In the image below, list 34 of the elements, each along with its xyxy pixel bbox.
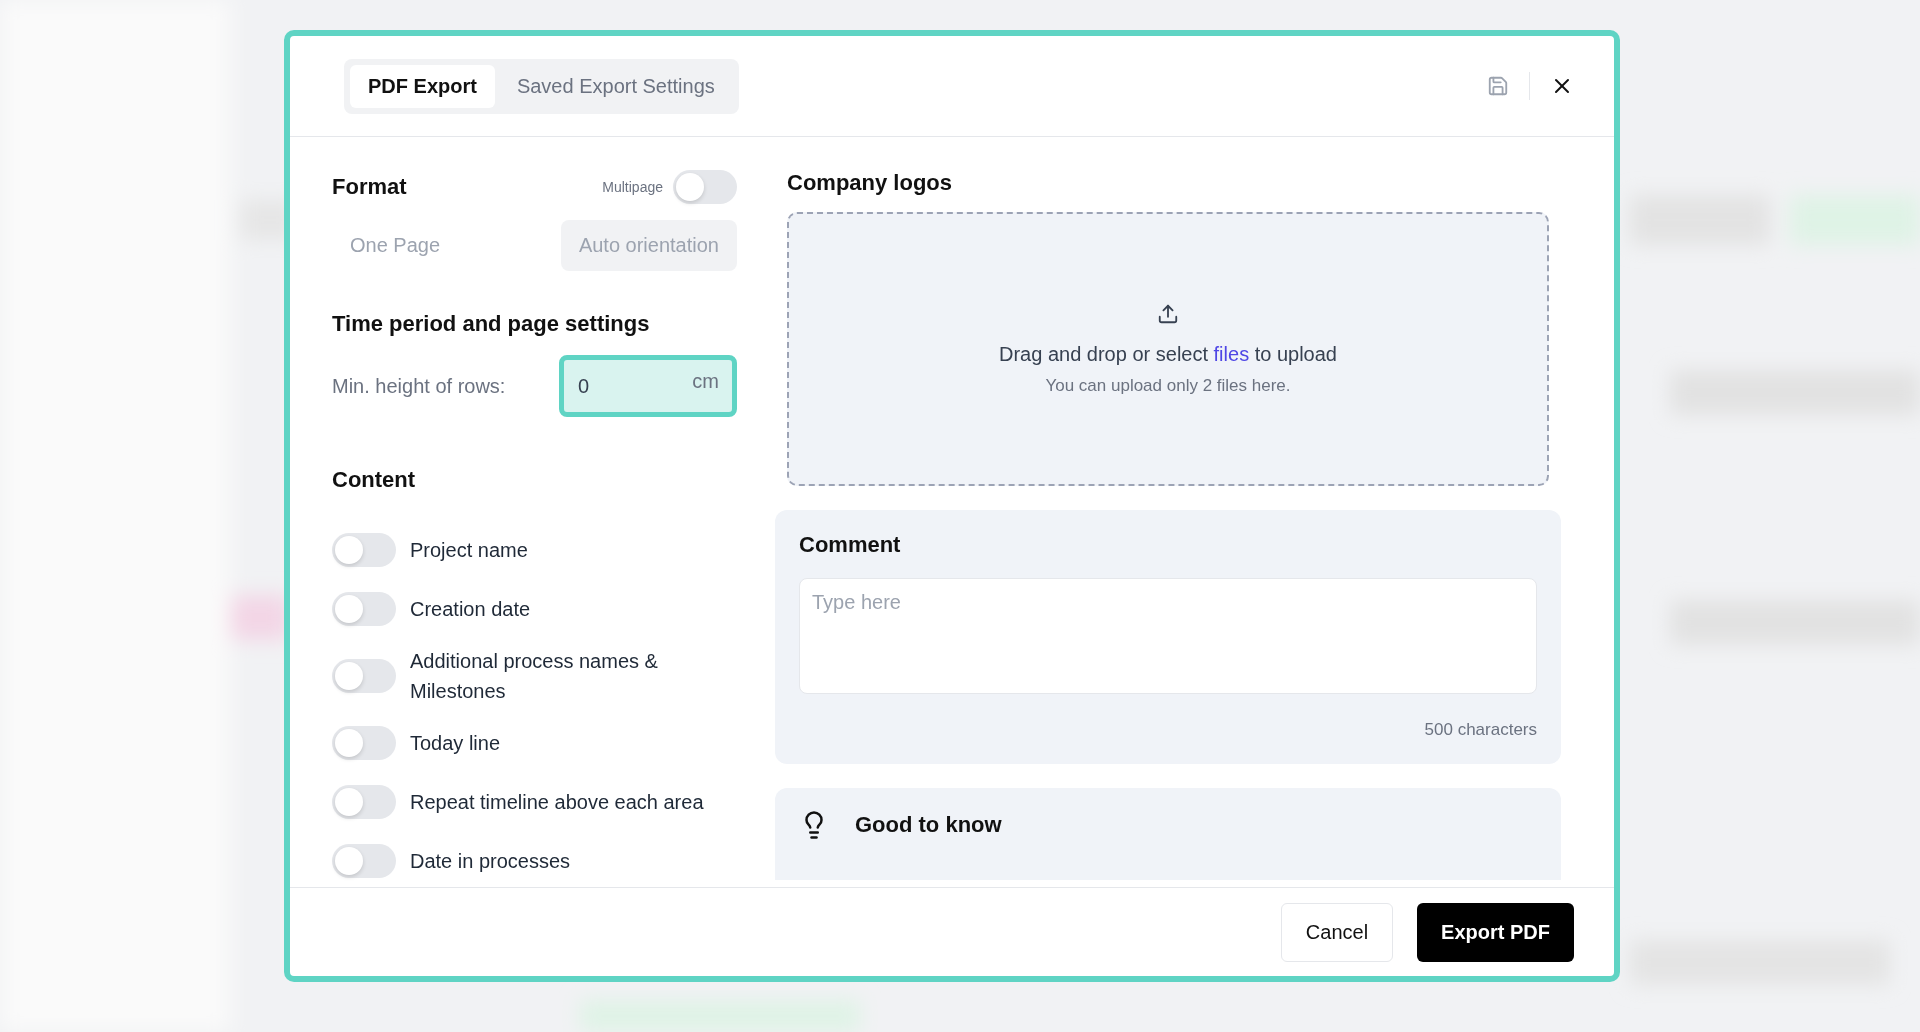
export-button[interactable]: Export PDF	[1417, 902, 1574, 962]
tab[interactable]: PDF Export	[350, 64, 495, 108]
toggle-label: Project name	[410, 538, 529, 563]
toggle-switch[interactable]	[332, 659, 396, 693]
toggle-switch[interactable]	[332, 844, 396, 878]
comment-field[interactable]: Type here	[799, 578, 1537, 694]
save-icon[interactable]	[1487, 75, 1509, 97]
section-title: Company logos	[787, 170, 953, 196]
toggle-label: Date in processes	[410, 849, 572, 874]
toggle-label: Additional process names & Milestones	[410, 649, 659, 704]
upload-hint: You can upload only 2 files here.	[1045, 375, 1291, 396]
unit-label: cm	[692, 370, 719, 393]
toggle-label: Multipage	[602, 179, 663, 195]
toggle-switch[interactable]	[673, 170, 737, 204]
section-title: Format	[332, 174, 407, 200]
section-title: Content	[332, 467, 417, 493]
files-link[interactable]: files	[1213, 342, 1250, 365]
card-title: Comment	[799, 532, 902, 558]
field-label: Min. height of rows:	[332, 374, 506, 398]
upload-dropzone[interactable]: Drag and drop or select files to upload You can upload only 2 files here.	[787, 212, 1549, 486]
tab[interactable]: Saved Export Settings	[498, 64, 733, 108]
section-title: Time period and page settings	[332, 311, 651, 337]
card-title: Good to know	[855, 812, 1002, 838]
upload-icon	[1157, 302, 1179, 325]
toggle-switch[interactable]	[332, 785, 396, 819]
toggle-switch[interactable]	[332, 533, 396, 567]
character-counter: 500 characters	[1424, 720, 1537, 740]
toggle-switch[interactable]	[332, 592, 396, 626]
cancel-button[interactable]: Cancel	[1280, 902, 1394, 962]
toggle-label: Repeat timeline above each area	[410, 790, 705, 815]
toggle-label: Creation date	[410, 597, 532, 622]
toggle-switch[interactable]	[332, 726, 396, 760]
toggle-label: Today line	[410, 731, 502, 756]
upload-prompt: Drag and drop or select files to upload	[999, 342, 1337, 366]
